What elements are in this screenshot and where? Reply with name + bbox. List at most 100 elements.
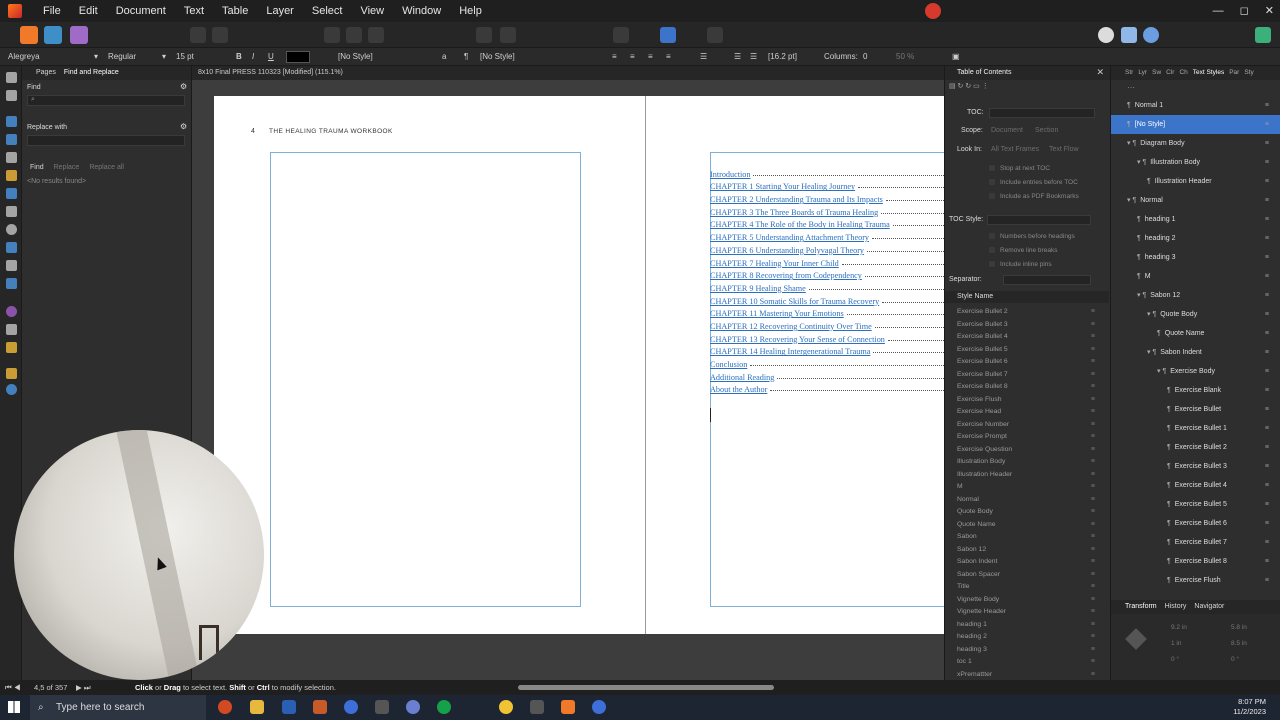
- account-icon[interactable]: [1255, 27, 1271, 43]
- menu-layer[interactable]: Layer: [257, 0, 303, 22]
- include-entries-before-toc-checkbox[interactable]: Include entries before TOC: [989, 179, 1078, 186]
- paragraph-style-select[interactable]: [No Style]: [480, 52, 515, 61]
- tab-navigator[interactable]: Navigator: [1194, 600, 1224, 614]
- minimize-button[interactable]: —: [1213, 0, 1224, 22]
- underline-button[interactable]: U: [268, 52, 274, 61]
- numbering-icon[interactable]: ☰: [750, 52, 757, 61]
- app-icon-6[interactable]: [375, 700, 389, 714]
- replace-all-button[interactable]: Replace all: [89, 164, 124, 171]
- toc-style-item[interactable]: heading 2: [945, 631, 1105, 644]
- toc-style-item[interactable]: Quote Body: [945, 506, 1105, 519]
- toc-style-item[interactable]: Title: [945, 581, 1105, 594]
- taskbar-clock[interactable]: 8:07 PM 11/2/2023: [1233, 697, 1266, 717]
- document-canvas[interactable]: 4 THE HEALING TRAUMA WORKBOOK Introducti…: [192, 80, 944, 680]
- style-tree-item[interactable]: ¶ Illustration Header: [1111, 172, 1280, 191]
- toc-entry[interactable]: About the Author: [710, 382, 944, 394]
- toc-entry-text[interactable]: CHAPTER 4 The Role of the Body in Healin…: [710, 220, 890, 229]
- replace-input[interactable]: [27, 135, 185, 146]
- document-setup-icon[interactable]: [190, 27, 206, 43]
- toc-style-item[interactable]: Normal: [945, 494, 1105, 507]
- toc-style-item[interactable]: Sabon Indent: [945, 556, 1105, 569]
- app-icon-4[interactable]: [313, 700, 327, 714]
- style-tree-item[interactable]: ▾ ¶ Diagram Body: [1111, 134, 1280, 153]
- master-icon[interactable]: [368, 27, 384, 43]
- toc-entry-text[interactable]: CHAPTER 12 Recovering Continuity Over Ti…: [710, 322, 872, 331]
- paragraph-icon[interactable]: ¶: [464, 52, 468, 61]
- transform-w-field[interactable]: 5.8 in: [1231, 624, 1247, 631]
- toc-style-item[interactable]: Quote Name: [945, 519, 1105, 532]
- toc-entry[interactable]: CHAPTER 11 Mastering Your Emotions: [710, 306, 944, 318]
- tab-find-replace[interactable]: Find and Replace: [64, 66, 119, 80]
- style-tree-item[interactable]: ¶ Normal 1: [1111, 96, 1280, 115]
- close-icon[interactable]: ✕: [1096, 67, 1104, 78]
- pen-tool-icon[interactable]: [6, 170, 17, 181]
- style-tree-item[interactable]: ¶ heading 3: [1111, 248, 1280, 267]
- studio-tab[interactable]: Sty: [1244, 66, 1253, 80]
- table-tool-icon[interactable]: [6, 116, 17, 127]
- tab-history[interactable]: History: [1165, 600, 1187, 614]
- toc-entry-text[interactable]: CHAPTER 6 Understanding Polyvagal Theory: [710, 246, 864, 255]
- toc-style-item[interactable]: Exercise Prompt: [945, 431, 1105, 444]
- toc-style-item[interactable]: Sabon Spacer: [945, 569, 1105, 582]
- app-icon-10[interactable]: [530, 700, 544, 714]
- preview-icon[interactable]: [707, 27, 723, 43]
- style-tree-item[interactable]: ▾ ¶ Normal: [1111, 191, 1280, 210]
- windows-start-icon[interactable]: [8, 701, 20, 713]
- chevron-down-icon[interactable]: ▾: [94, 52, 98, 61]
- document-tab[interactable]: 8x10 Final PRESS 110323 [Modified] (115.…: [192, 66, 944, 80]
- photo-persona-icon[interactable]: [70, 26, 88, 44]
- toc-entry[interactable]: CHAPTER 6 Understanding Polyvagal Theory: [710, 242, 944, 255]
- scope-section-option[interactable]: Section: [1035, 127, 1058, 134]
- zoom-icon[interactable]: [344, 700, 358, 714]
- menu-edit[interactable]: Edit: [70, 0, 107, 22]
- tab-pages[interactable]: Pages: [36, 66, 56, 80]
- find-input[interactable]: ⌕: [27, 95, 185, 106]
- toc-style-item[interactable]: Vignette Body: [945, 594, 1105, 607]
- transform-h-field[interactable]: 8.5 in: [1231, 640, 1247, 647]
- picture-frame-tool-icon[interactable]: [6, 242, 17, 253]
- frame-options-icon[interactable]: ▣: [952, 52, 960, 61]
- zoom-tool-icon[interactable]: [6, 384, 17, 395]
- align-left-icon[interactable]: ≡: [612, 52, 617, 61]
- toc-entry[interactable]: CHAPTER 10 Somatic Skills for Trauma Rec…: [710, 293, 944, 306]
- include-pdf-bookmarks-checkbox[interactable]: Include as PDF Bookmarks: [989, 193, 1079, 200]
- style-tree-item[interactable]: ▾ ¶ Quote Body: [1111, 305, 1280, 324]
- style-tree-item[interactable]: ¶ Exercise Bullet 6: [1111, 514, 1280, 533]
- menu-document[interactable]: Document: [107, 0, 175, 22]
- order-icon[interactable]: [500, 27, 516, 43]
- align-right-icon[interactable]: ≡: [648, 52, 653, 61]
- toc-entry[interactable]: CHAPTER 14 Healing Intergenerational Tra…: [710, 344, 944, 356]
- toc-entry[interactable]: CHAPTER 2 Understanding Trauma and Its I…: [710, 191, 944, 204]
- preflight-icon[interactable]: [212, 27, 228, 43]
- spread-icon[interactable]: [346, 27, 362, 43]
- artistic-text-tool-icon[interactable]: [6, 152, 17, 163]
- look-in-all-frames-option[interactable]: All Text Frames: [991, 146, 1039, 153]
- menu-table[interactable]: Table: [213, 0, 257, 22]
- style-tree-item[interactable]: ▾ ¶ Illustration Body: [1111, 153, 1280, 172]
- styles-options-icon[interactable]: ⋯: [1127, 83, 1135, 92]
- stop-at-next-toc-checkbox[interactable]: Stop at next TOC: [989, 165, 1050, 172]
- anchor-point-icon[interactable]: [1125, 628, 1147, 650]
- page-nav-forward-icon[interactable]: ▶ ⏭: [76, 680, 91, 695]
- style-tree-item[interactable]: ¶ heading 2: [1111, 229, 1280, 248]
- font-family-select[interactable]: Alegreya: [8, 52, 40, 61]
- toc-style-item[interactable]: heading 3: [945, 644, 1105, 657]
- toc-entry[interactable]: CHAPTER 7 Healing Your Inner Child: [710, 255, 944, 268]
- publisher-persona-icon[interactable]: [20, 26, 38, 44]
- toc-style-item[interactable]: Exercise Number: [945, 419, 1105, 432]
- arrange-icon[interactable]: [476, 27, 492, 43]
- style-tree-item[interactable]: ¶ heading 1: [1111, 210, 1280, 229]
- style-tree-item[interactable]: ¶ Quote Name: [1111, 324, 1280, 343]
- toc-style-item[interactable]: Exercise Bullet 4: [945, 331, 1105, 344]
- find-settings-icon[interactable]: ⚙: [180, 82, 187, 91]
- transform-x-field[interactable]: 9.2 in: [1171, 624, 1187, 631]
- toc-entry[interactable]: Introduction: [710, 166, 944, 179]
- style-tree-item[interactable]: ¶ Exercise Blank: [1111, 381, 1280, 400]
- page-spread[interactable]: 4 THE HEALING TRAUMA WORKBOOK Introducti…: [214, 96, 944, 634]
- toc-entry-text[interactable]: Additional Reading: [710, 373, 774, 382]
- designer-persona-icon[interactable]: [44, 26, 62, 44]
- menu-text[interactable]: Text: [175, 0, 213, 22]
- toc-style-item[interactable]: Exercise Flush: [945, 394, 1105, 407]
- toc-entry-text[interactable]: CHAPTER 13 Recovering Your Sense of Conn…: [710, 335, 885, 344]
- toc-style-item[interactable]: toc 1: [945, 656, 1105, 669]
